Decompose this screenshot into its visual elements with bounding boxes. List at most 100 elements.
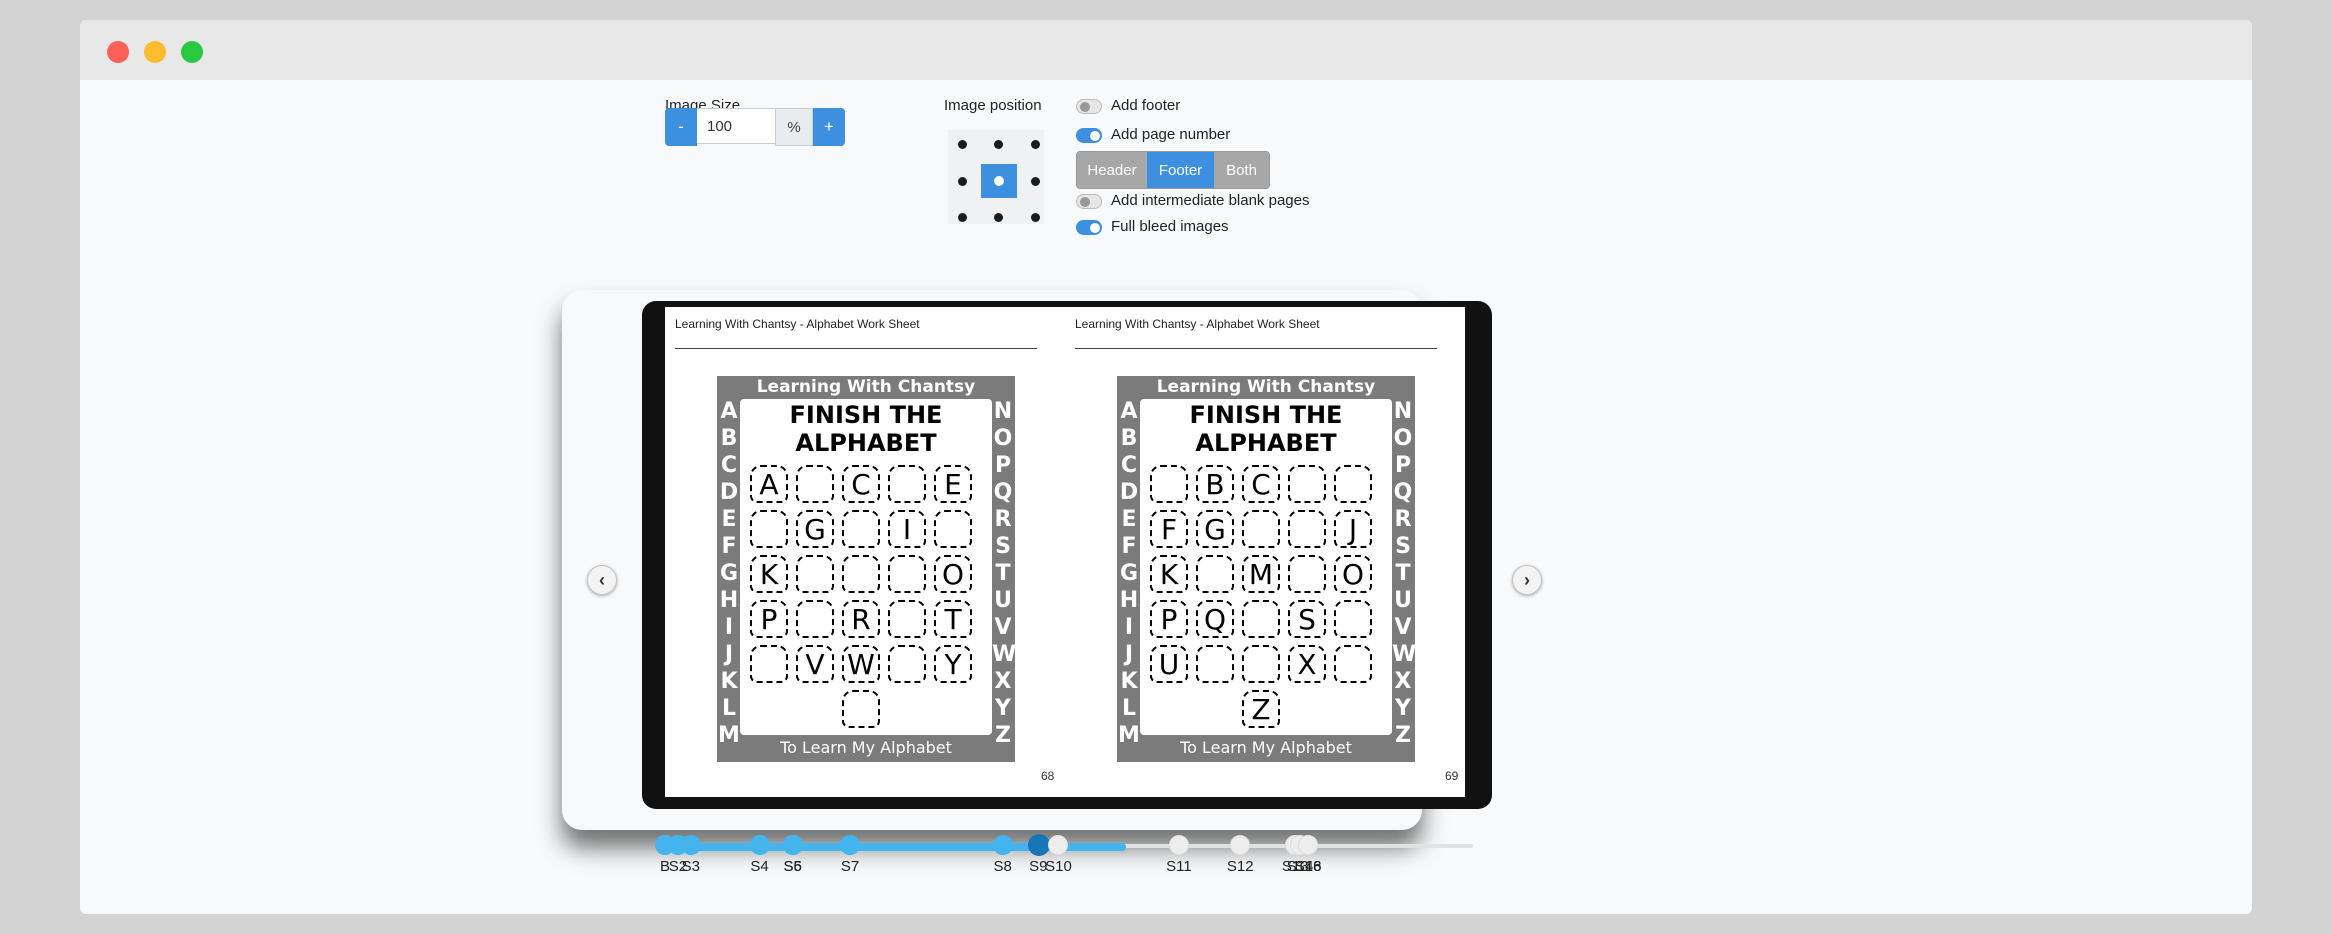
letter-slot: I — [888, 510, 926, 548]
side-letter: B — [1120, 426, 1138, 451]
worksheet-top-text: Learning With Chantsy — [756, 377, 976, 397]
letter-slot — [1288, 510, 1326, 548]
chevron-right-icon[interactable]: › — [1512, 565, 1542, 595]
side-letter: O — [1393, 426, 1413, 451]
side-letter: N — [993, 399, 1013, 424]
letter-slot: R — [842, 600, 880, 638]
side-letter: Q — [993, 480, 1013, 505]
side-letter: E — [721, 507, 737, 532]
letter-slot — [1288, 555, 1326, 593]
side-letter: T — [995, 561, 1011, 586]
full-bleed-toggle[interactable] — [1076, 220, 1102, 235]
letter-slot: E — [934, 465, 972, 503]
side-letter: B — [720, 426, 738, 451]
side-letter: D — [719, 480, 739, 505]
side-letter: V — [994, 615, 1012, 640]
side-letter: L — [721, 696, 737, 721]
title-bar — [80, 20, 2252, 80]
timeline-tick-s8[interactable] — [992, 835, 1013, 855]
letter-slot — [842, 690, 880, 728]
add-footer-toggle[interactable] — [1076, 99, 1102, 114]
position-bottom-left[interactable] — [958, 213, 967, 222]
timeline-tick-label: S4 — [750, 858, 769, 875]
side-letter: C — [1120, 453, 1138, 478]
footer-segment-button[interactable]: Footer — [1147, 152, 1214, 188]
side-letter: R — [994, 507, 1012, 532]
position-center-selected[interactable] — [981, 164, 1017, 198]
letter-slot — [1242, 510, 1280, 548]
side-letter: F — [1121, 534, 1137, 559]
letter-slot: Q — [1196, 600, 1234, 638]
page-header: Learning With Chantsy - Alphabet Work Sh… — [1075, 317, 1320, 331]
letter-slot — [1288, 465, 1326, 503]
letter-slot — [934, 510, 972, 548]
letter-slot — [842, 510, 880, 548]
side-letter: W — [992, 642, 1017, 667]
side-letter: V — [1394, 615, 1412, 640]
timeline-tick-s11[interactable] — [1168, 835, 1189, 855]
side-letter: H — [1119, 588, 1139, 613]
position-bottom-center[interactable] — [994, 213, 1003, 222]
side-letter: T — [1395, 561, 1411, 586]
timeline-tick-s3[interactable] — [680, 835, 701, 855]
position-middle-right[interactable] — [1031, 177, 1040, 186]
letter-slot — [842, 555, 880, 593]
side-letter: S — [1395, 534, 1411, 559]
letter-slot: V — [796, 645, 834, 683]
side-letter: I — [724, 615, 734, 640]
side-letter: A — [720, 399, 738, 424]
page-number-position-segmented: Header Footer Both — [1076, 151, 1270, 189]
side-letter: S — [995, 534, 1011, 559]
side-letter: R — [1394, 507, 1412, 532]
image-size-increase-button[interactable]: + — [813, 108, 845, 146]
worksheet-top-text: Learning With Chantsy — [1156, 377, 1376, 397]
timeline-tick-label: S8 — [993, 858, 1012, 875]
header-segment-button[interactable]: Header — [1077, 152, 1147, 188]
side-letter: X — [994, 669, 1012, 694]
add-blank-pages-label: Add intermediate blank pages — [1111, 192, 1310, 209]
letter-slot: K — [1150, 555, 1188, 593]
side-letter: P — [994, 453, 1012, 478]
side-letter: U — [1394, 588, 1412, 613]
side-letter: K — [1120, 669, 1138, 694]
side-letter: Q — [1393, 480, 1413, 505]
letter-slot: W — [842, 645, 880, 683]
letter-slot — [888, 645, 926, 683]
worksheet-title: FINISH THE ALPHABET — [789, 401, 943, 457]
close-window-button[interactable] — [107, 41, 129, 63]
image-size-stepper: - % + — [665, 108, 845, 146]
worksheet-left-letters: ABCDEFGHIJKLM — [718, 398, 740, 749]
book-spread: Learning With Chantsy - Alphabet Work Sh… — [642, 301, 1492, 809]
add-page-number-toggle[interactable] — [1076, 128, 1102, 143]
side-letter: G — [1119, 561, 1139, 586]
letter-slot: O — [1334, 555, 1372, 593]
letter-slot — [796, 555, 834, 593]
letter-slot — [888, 600, 926, 638]
timeline-tick-label: S12 — [1226, 858, 1254, 875]
letter-slot — [1334, 465, 1372, 503]
maximize-window-button[interactable] — [181, 41, 203, 63]
header-divider — [1075, 348, 1437, 349]
both-segment-button[interactable]: Both — [1214, 152, 1269, 188]
position-top-left[interactable] — [958, 140, 967, 149]
letter-slot: J — [1334, 510, 1372, 548]
add-blank-pages-toggle[interactable] — [1076, 194, 1102, 209]
side-letter: O — [993, 426, 1013, 451]
timeline-tick-s7[interactable] — [840, 835, 861, 855]
position-bottom-right[interactable] — [1031, 213, 1040, 222]
letter-slot: P — [750, 600, 788, 638]
position-top-center[interactable] — [994, 140, 1003, 149]
position-top-right[interactable] — [1031, 140, 1040, 149]
timeline-tick-s4[interactable] — [749, 835, 770, 855]
worksheet-image: Learning With Chantsy ABCDEFGHIJKLM NOPQ… — [717, 376, 1017, 762]
letter-slot — [888, 555, 926, 593]
image-size-decrease-button[interactable]: - — [665, 108, 697, 146]
image-size-input[interactable] — [697, 108, 775, 144]
letter-slot: G — [1196, 510, 1234, 548]
position-middle-left[interactable] — [958, 177, 967, 186]
worksheet-title: FINISH THE ALPHABET — [1189, 401, 1343, 457]
timeline-tick-s6[interactable] — [782, 835, 803, 855]
letter-slot: X — [1288, 645, 1326, 683]
minimize-window-button[interactable] — [144, 41, 166, 63]
timeline-tick-label: S6 — [783, 858, 802, 875]
